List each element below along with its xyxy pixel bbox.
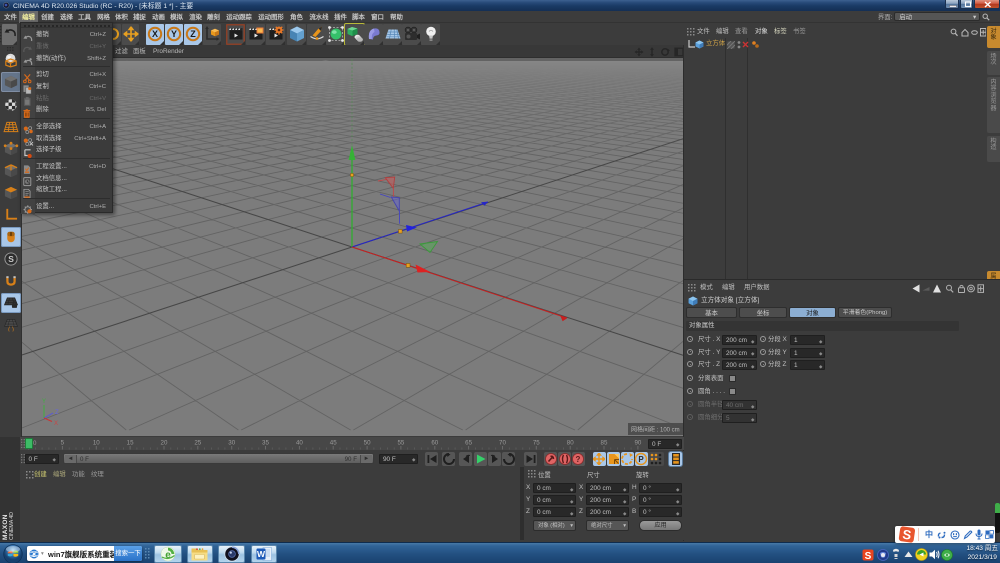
svg-text:10: 10 xyxy=(93,440,100,447)
svg-text:网格间距 : 100 cm: 网格间距 : 100 cm xyxy=(631,425,680,433)
svg-text:50: 50 xyxy=(364,440,371,447)
svg-text:W: W xyxy=(257,549,266,559)
svg-text:e: e xyxy=(165,550,171,561)
svg-text:80: 80 xyxy=(567,440,574,447)
svg-text:Y: Y xyxy=(42,399,46,405)
svg-text:15: 15 xyxy=(127,440,134,447)
svg-text:S: S xyxy=(8,254,14,264)
svg-text:65: 65 xyxy=(465,440,472,447)
svg-text:75: 75 xyxy=(533,440,540,447)
svg-text:55: 55 xyxy=(397,440,404,447)
svg-text:Z: Z xyxy=(55,410,59,416)
svg-text:90: 90 xyxy=(634,440,641,447)
svg-text:S: S xyxy=(865,551,872,561)
svg-text:40: 40 xyxy=(296,440,303,447)
svg-text:30: 30 xyxy=(228,440,235,447)
svg-text:85: 85 xyxy=(601,440,608,447)
svg-text:X: X xyxy=(152,29,158,39)
svg-text:20: 20 xyxy=(161,440,168,447)
svg-text:35: 35 xyxy=(262,440,269,447)
svg-text:X: X xyxy=(54,421,58,427)
svg-text:Z: Z xyxy=(190,29,196,39)
svg-text:P: P xyxy=(638,455,644,464)
svg-text:e: e xyxy=(32,549,36,558)
svg-text:60: 60 xyxy=(431,440,438,447)
svg-text:( ): ( ) xyxy=(8,327,14,331)
svg-text:25: 25 xyxy=(194,440,201,447)
svg-text:45: 45 xyxy=(330,440,337,447)
svg-text:?: ? xyxy=(576,455,581,464)
svg-text:70: 70 xyxy=(499,440,506,447)
svg-text:Y: Y xyxy=(171,29,177,39)
svg-text:5: 5 xyxy=(61,440,65,447)
